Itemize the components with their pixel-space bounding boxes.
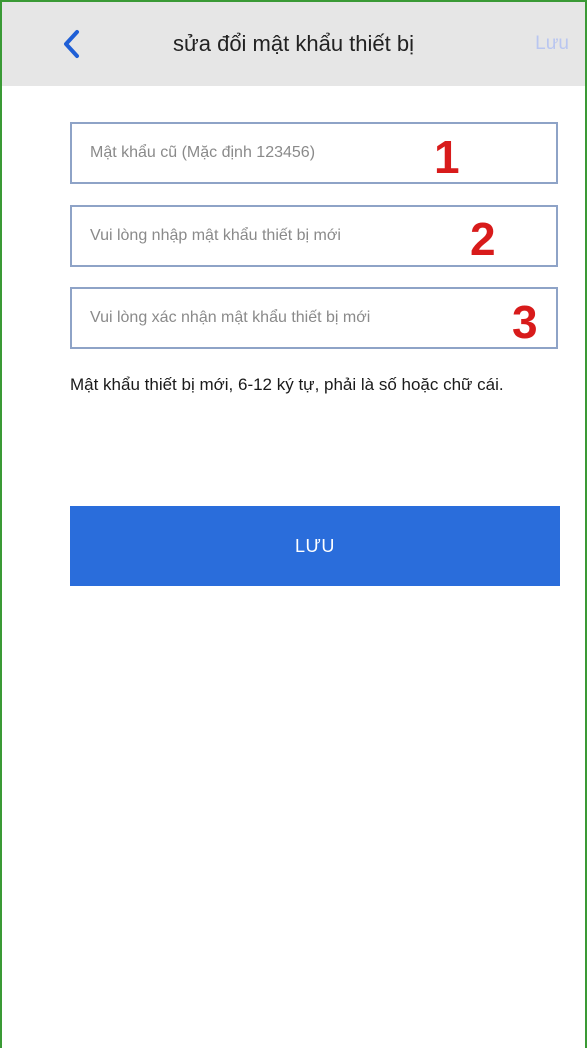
old-password-field-box [70, 122, 558, 184]
old-password-input[interactable] [72, 124, 556, 182]
annotation-marker-3: 3 [512, 296, 538, 348]
annotation-marker-1: 1 [434, 131, 460, 183]
page-title: sửa đổi mật khẩu thiết bị [173, 31, 414, 56]
confirm-password-input[interactable] [72, 289, 556, 347]
save-button[interactable]: LƯU [70, 506, 560, 586]
app-frame: sửa đổi mật khẩu thiết bị Lưu 1 2 3 Mật … [0, 0, 587, 1048]
password-rules-hint: Mật khẩu thiết bị mới, 6-12 ký tự, phải … [70, 375, 504, 394]
back-button[interactable] [52, 24, 92, 64]
chevron-left-icon [61, 29, 83, 59]
annotation-marker-2: 2 [470, 213, 496, 265]
confirm-password-field-box [70, 287, 558, 349]
top-app-bar: sửa đổi mật khẩu thiết bị Lưu [2, 2, 585, 86]
header-save-button[interactable]: Lưu [535, 2, 569, 86]
